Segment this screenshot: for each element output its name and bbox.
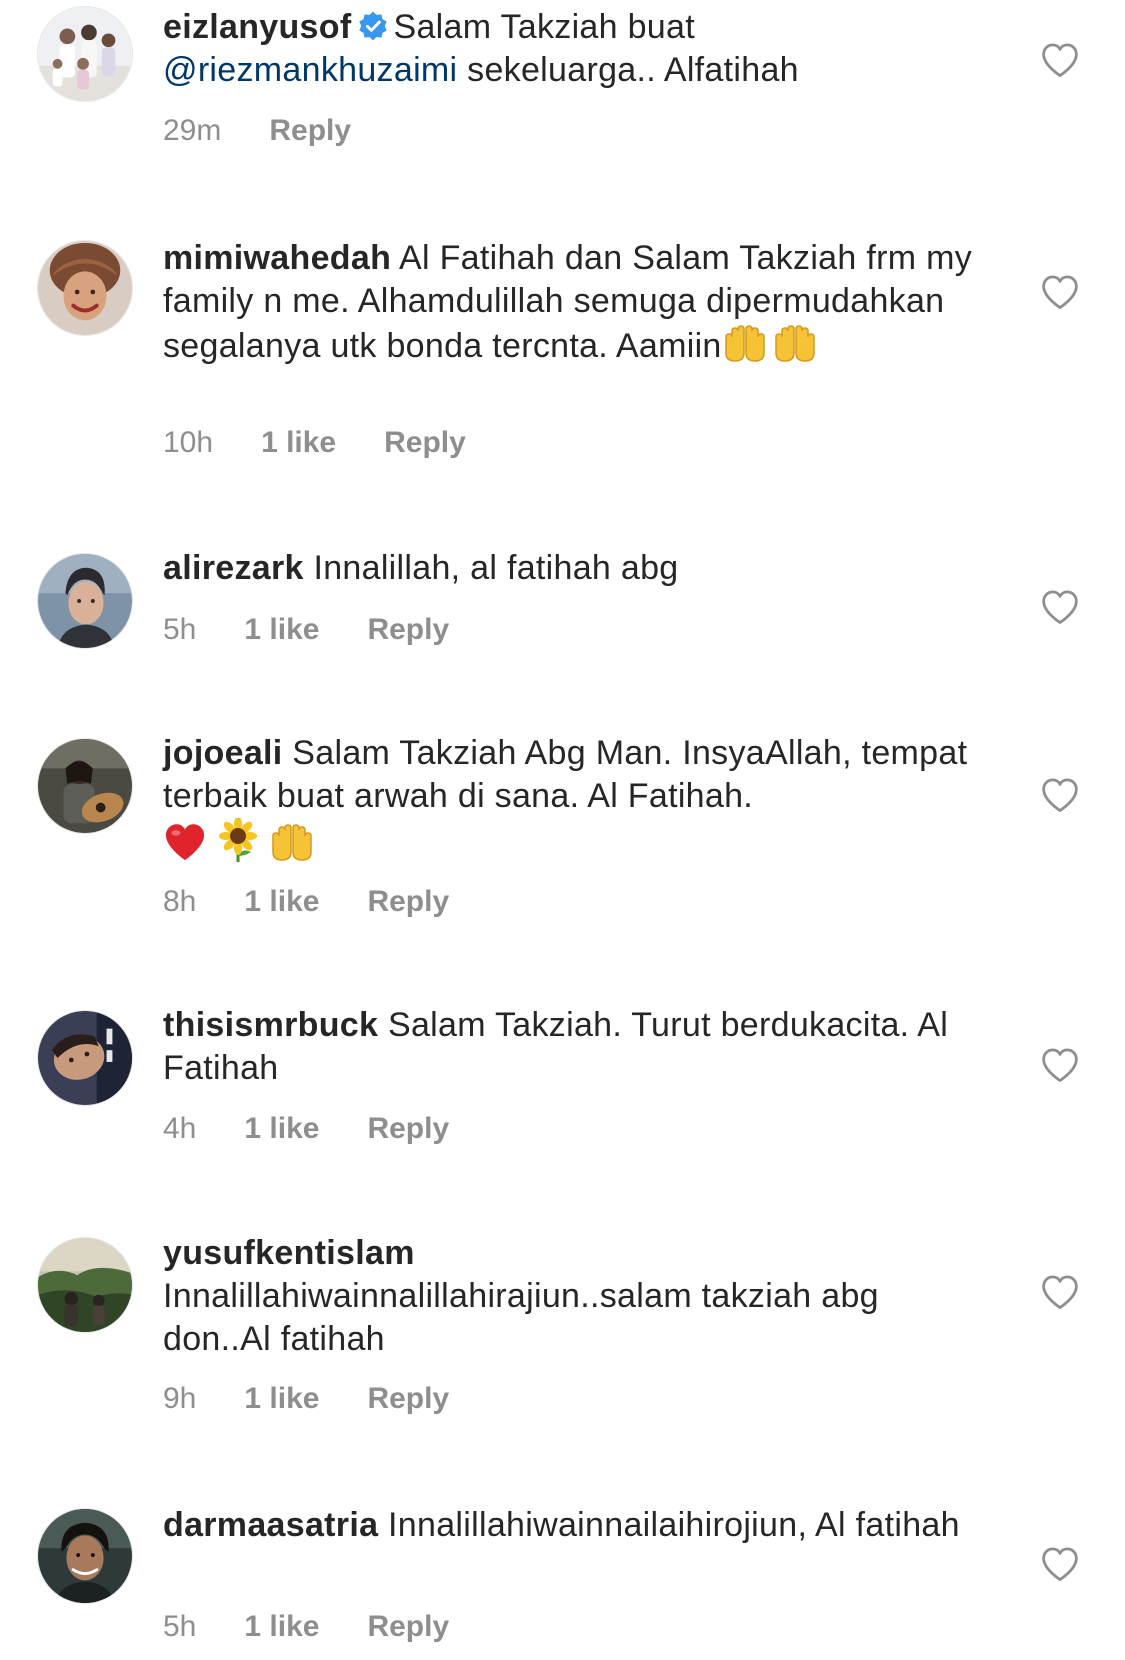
likes-count[interactable]: 1 like <box>244 1381 319 1417</box>
comment-body: Innalillah, al fatihah abg <box>313 549 679 587</box>
mention-link[interactable]: @riezmankhuzaimi <box>163 51 457 89</box>
comment-username[interactable]: mimiwahedah <box>163 239 391 277</box>
like-button[interactable] <box>1040 274 1080 310</box>
reply-button[interactable]: Reply <box>367 1111 449 1147</box>
comment-meta: 5h 1 like Reply <box>163 612 449 648</box>
comment-username[interactable]: darmaasatria <box>163 1506 378 1544</box>
heart-outline-icon <box>1042 778 1078 812</box>
comment-meta: 5h 1 like Reply <box>163 1609 449 1645</box>
comment-meta: 10h 1 like Reply <box>163 425 466 461</box>
comment-time: 4h <box>163 1112 197 1145</box>
like-button[interactable] <box>1040 1274 1080 1310</box>
reply-button[interactable]: Reply <box>367 612 449 648</box>
likes-count[interactable]: 1 like <box>244 1111 319 1147</box>
like-button[interactable] <box>1040 1546 1080 1582</box>
reply-button[interactable]: Reply <box>367 1381 449 1417</box>
raised-hands-emoji <box>722 323 768 374</box>
heart-outline-icon <box>1042 590 1078 624</box>
likes-count[interactable]: 1 like <box>244 1609 319 1645</box>
comment-username[interactable]: thisismrbuck <box>163 1006 378 1044</box>
heart-outline-icon <box>1042 1048 1078 1082</box>
comment-text: eizlanyusof Salam Takziah buat @riezmankh… <box>163 6 983 92</box>
heart-outline-icon <box>1042 1275 1078 1309</box>
comment-meta: 29m Reply <box>163 113 351 149</box>
raised-hands-emoji <box>269 822 315 873</box>
comment-body: Innalillahiwainnalillahirajiun..salam ta… <box>163 1277 879 1358</box>
likes-count[interactable]: 1 like <box>244 884 319 920</box>
comment-body: sekeluarga.. Alfatihah <box>467 51 799 89</box>
avatar[interactable] <box>37 240 133 336</box>
comment-time: 5h <box>163 1610 197 1643</box>
raised-hands-emoji <box>772 323 818 374</box>
comment-meta: 4h 1 like Reply <box>163 1111 449 1147</box>
sunflower-emoji <box>217 817 259 873</box>
reply-button[interactable]: Reply <box>367 1609 449 1645</box>
avatar[interactable] <box>37 553 133 649</box>
heart-outline-icon <box>1042 275 1078 309</box>
avatar[interactable] <box>37 738 133 834</box>
reply-button[interactable]: Reply <box>384 425 466 461</box>
like-button[interactable] <box>1040 589 1080 625</box>
like-button[interactable] <box>1040 1047 1080 1083</box>
comment-body: Salam Takziah Abg Man. InsyaAllah, tempa… <box>163 734 968 815</box>
reply-button[interactable]: Reply <box>269 113 351 149</box>
avatar[interactable] <box>37 6 133 102</box>
likes-count[interactable]: 1 like <box>261 425 336 461</box>
like-button[interactable] <box>1040 777 1080 813</box>
comment-text: mimiwahedah Al Fatihah dan Salam Takziah… <box>163 237 983 374</box>
avatar[interactable] <box>37 1508 133 1604</box>
avatar[interactable] <box>37 1010 133 1106</box>
comment-meta: 9h 1 like Reply <box>163 1381 449 1417</box>
comment-username[interactable]: eizlanyusof <box>163 8 351 46</box>
avatar[interactable] <box>37 1237 133 1333</box>
comment-text: jojoeali Salam Takziah Abg Man. InsyaAll… <box>163 732 983 873</box>
likes-count[interactable]: 1 like <box>244 612 319 648</box>
red-heart-emoji <box>163 822 207 873</box>
comment-body: Salam Takziah buat <box>393 8 695 46</box>
comment-time: 9h <box>163 1382 197 1415</box>
heart-outline-icon <box>1042 1547 1078 1581</box>
reply-button[interactable]: Reply <box>367 884 449 920</box>
comment-meta: 8h 1 like Reply <box>163 884 449 920</box>
comment-time: 8h <box>163 885 197 918</box>
comment-body: Innalillahiwainnailaihirojiun, Al fatiha… <box>388 1506 960 1544</box>
like-button[interactable] <box>1040 42 1080 78</box>
comment-time: 5h <box>163 613 197 646</box>
comment-time: 10h <box>163 426 214 459</box>
verified-badge-icon <box>359 11 388 41</box>
comment-username[interactable]: jojoeali <box>163 734 283 772</box>
comment-text: alirezark Innalillah, al fatihah abg <box>163 547 983 590</box>
comment-username[interactable]: yusufkentislam <box>163 1234 415 1272</box>
comment-text: yusufkentislam Innalillahiwainnalillahira… <box>163 1232 983 1361</box>
heart-outline-icon <box>1042 43 1078 77</box>
comment-time: 29m <box>163 114 222 147</box>
comment-username[interactable]: alirezark <box>163 549 304 587</box>
comment-text: thisismrbuck Salam Takziah. Turut berduk… <box>163 1004 983 1090</box>
comment-text: darmaasatria Innalillahiwainnailaihiroji… <box>163 1504 983 1547</box>
